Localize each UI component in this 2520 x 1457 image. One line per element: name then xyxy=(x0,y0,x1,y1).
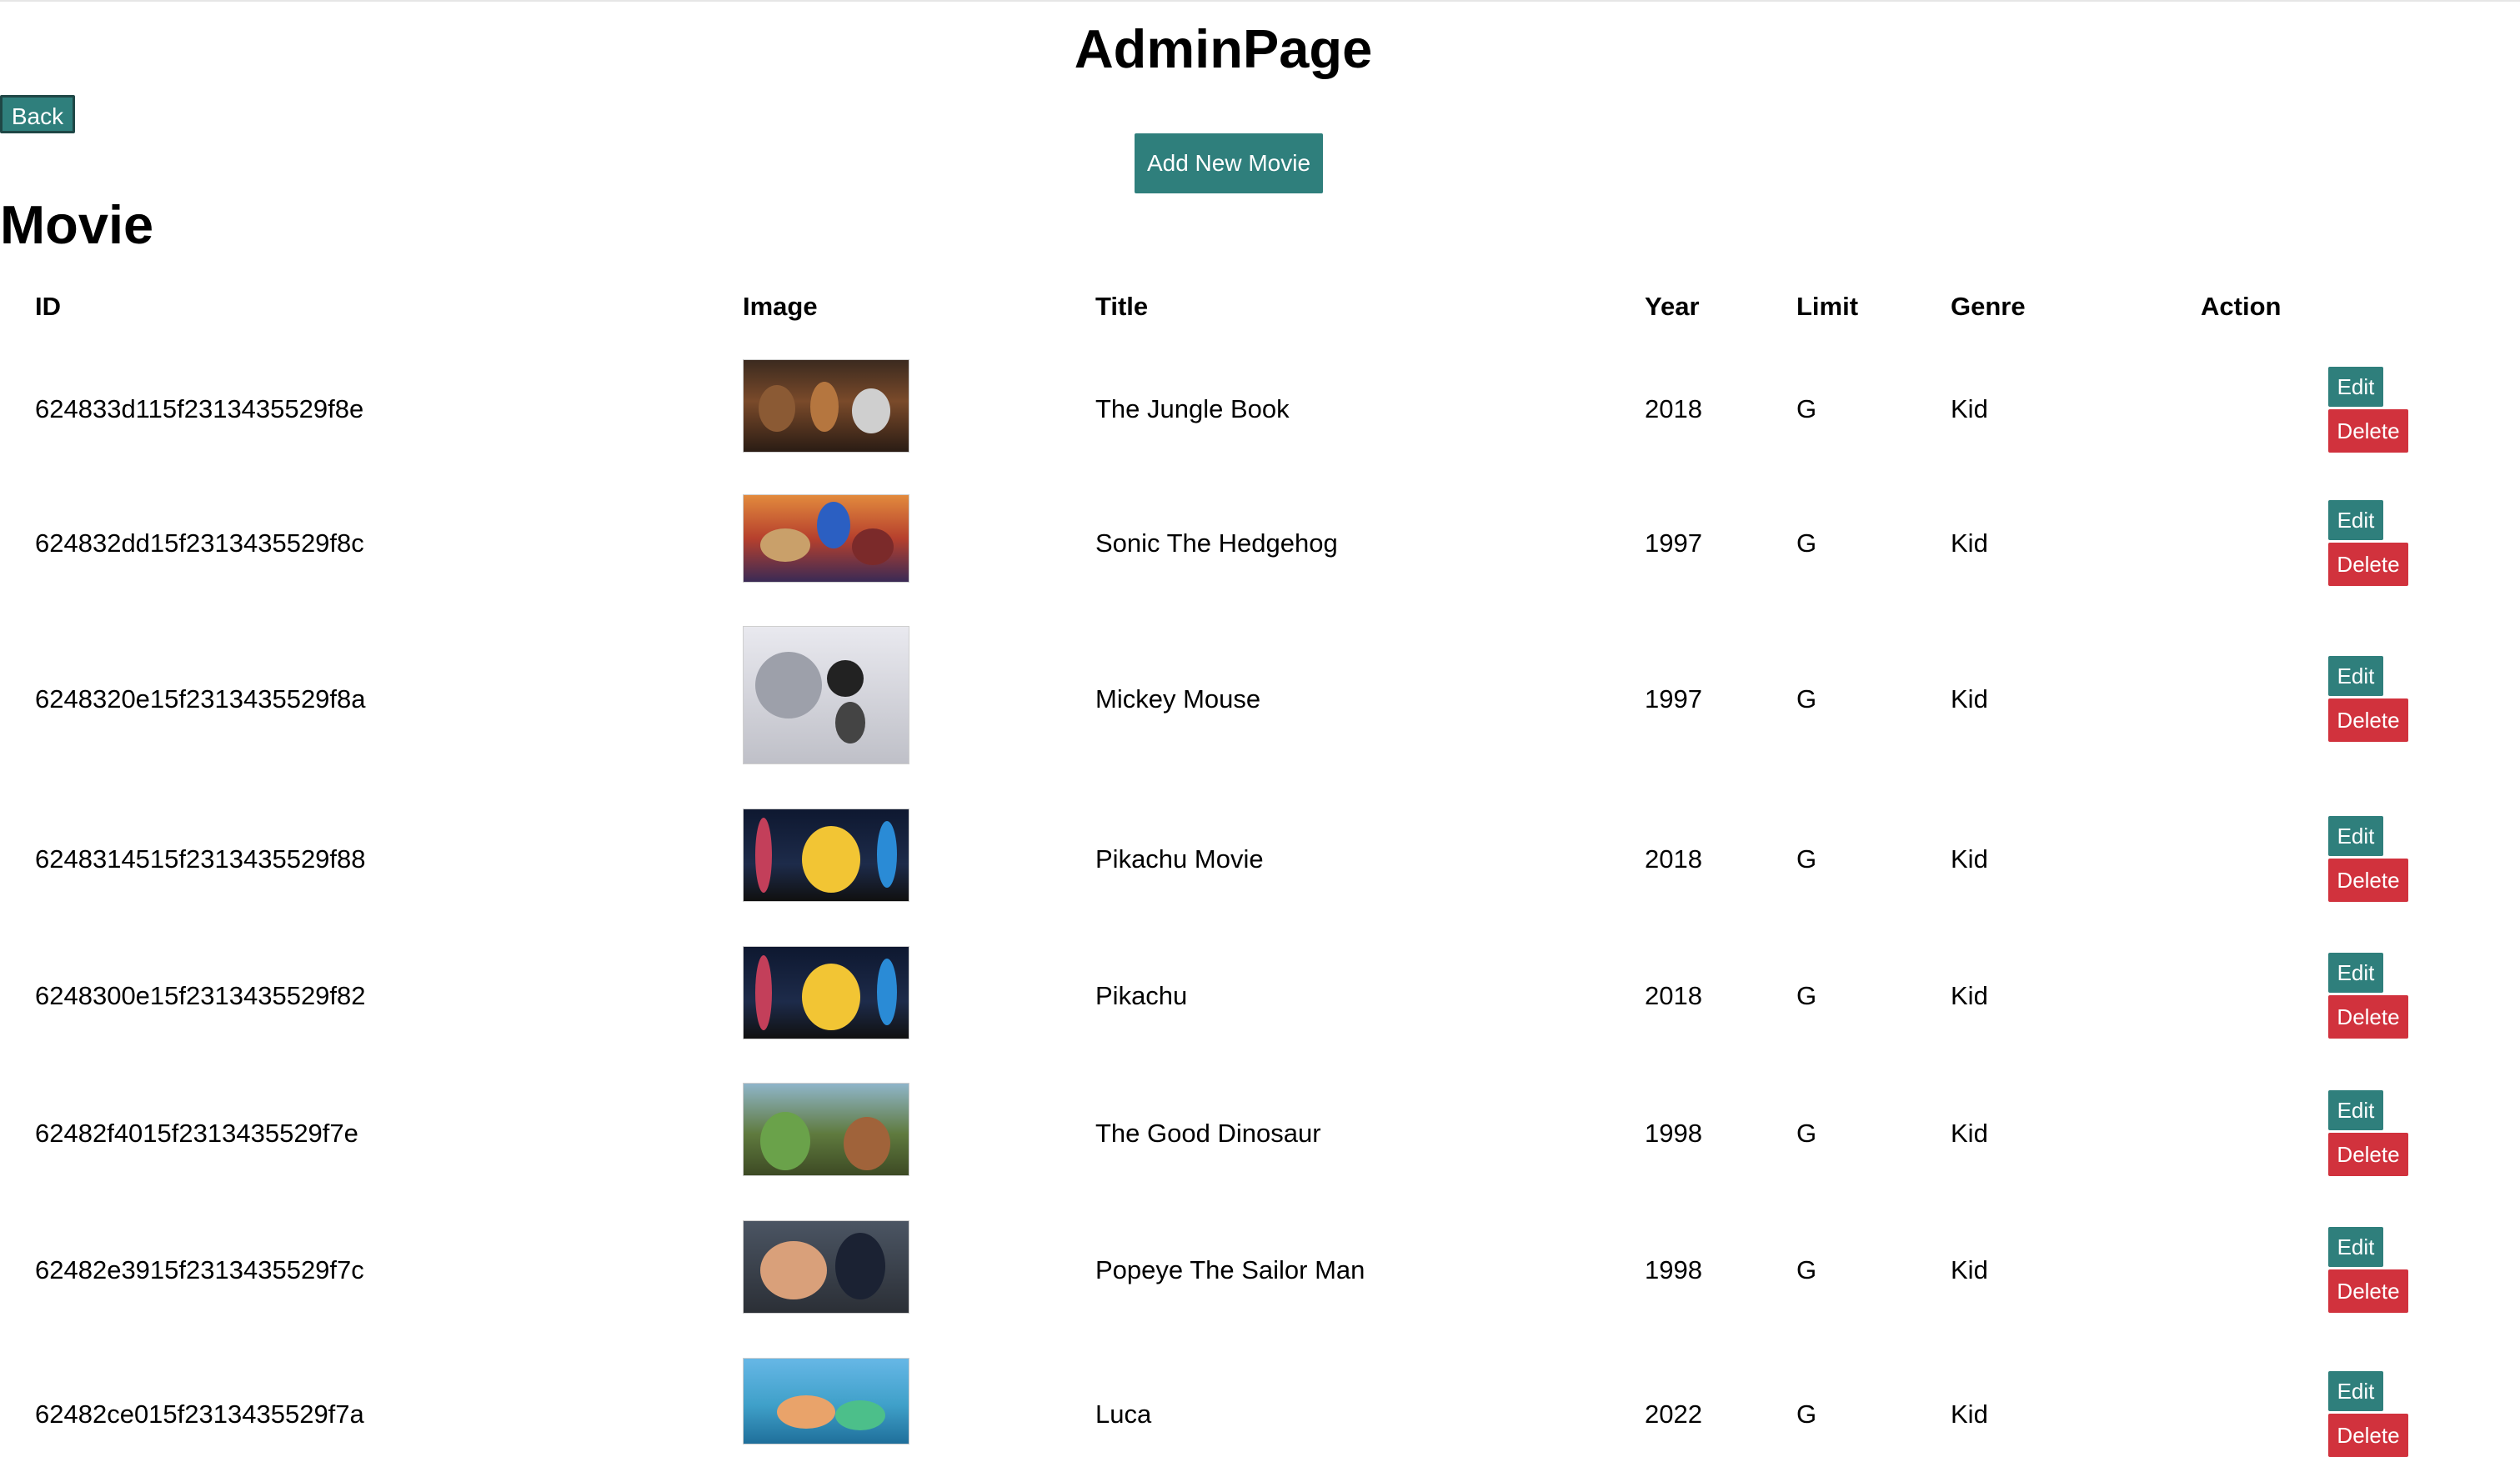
delete-button[interactable]: Delete xyxy=(2328,995,2408,1039)
movie-poster-image xyxy=(743,1083,909,1176)
movie-limit: G xyxy=(1796,394,1817,423)
movie-poster-image xyxy=(743,809,909,902)
edit-button[interactable]: Edit xyxy=(2328,1227,2383,1267)
movie-id: 62482ce015f2313435529f7a xyxy=(35,1399,364,1429)
movie-limit: G xyxy=(1796,1399,1817,1429)
movie-year: 2018 xyxy=(1645,394,1702,423)
delete-button[interactable]: Delete xyxy=(2328,859,2408,902)
movie-poster-image xyxy=(743,626,909,764)
movie-id: 6248320e15f2313435529f8a xyxy=(35,684,366,713)
movie-year: 2018 xyxy=(1645,844,1702,874)
edit-button[interactable]: Edit xyxy=(2328,367,2383,407)
movie-limit: G xyxy=(1796,1119,1817,1148)
movie-year: 2018 xyxy=(1645,981,1702,1010)
movie-title: Popeye The Sailor Man xyxy=(1095,1255,1365,1284)
movie-title: Pikachu xyxy=(1095,981,1188,1010)
movie-genre: Kid xyxy=(1951,1255,1988,1284)
edit-button[interactable]: Edit xyxy=(2328,816,2383,856)
movie-poster-image xyxy=(743,1220,909,1314)
movie-id: 62482f4015f2313435529f7e xyxy=(35,1119,358,1148)
movie-genre: Kid xyxy=(1951,844,1988,874)
column-header-id: ID xyxy=(35,292,61,321)
movie-year: 1997 xyxy=(1645,684,1702,713)
movie-title: The Jungle Book xyxy=(1095,394,1290,423)
delete-button[interactable]: Delete xyxy=(2328,1133,2408,1176)
movie-genre: Kid xyxy=(1951,981,1988,1010)
column-header-limit: Limit xyxy=(1796,292,1859,321)
movie-poster-image xyxy=(743,1358,909,1444)
movie-year: 1998 xyxy=(1645,1119,1702,1148)
movie-title: The Good Dinosaur xyxy=(1095,1119,1321,1148)
movie-limit: G xyxy=(1796,528,1817,558)
add-new-movie-button[interactable]: Add New Movie xyxy=(1135,133,1323,193)
movie-id: 624833d115f2313435529f8e xyxy=(35,394,364,423)
delete-button[interactable]: Delete xyxy=(2328,698,2408,742)
column-header-year: Year xyxy=(1645,292,1700,321)
page-title: AdminPage xyxy=(1074,18,1373,79)
movie-year: 1998 xyxy=(1645,1255,1702,1284)
edit-button[interactable]: Edit xyxy=(2328,953,2383,993)
movie-limit: G xyxy=(1796,981,1817,1010)
movie-limit: G xyxy=(1796,684,1817,713)
delete-button[interactable]: Delete xyxy=(2328,409,2408,453)
delete-button[interactable]: Delete xyxy=(2328,1269,2408,1313)
delete-button[interactable]: Delete xyxy=(2328,1414,2408,1457)
column-header-action: Action xyxy=(2201,292,2282,321)
movie-title: Luca xyxy=(1095,1399,1152,1429)
movie-poster-image xyxy=(743,494,909,583)
movie-limit: G xyxy=(1796,844,1817,874)
movie-genre: Kid xyxy=(1951,684,1988,713)
edit-button[interactable]: Edit xyxy=(2328,500,2383,540)
top-divider xyxy=(0,0,2520,2)
delete-button[interactable]: Delete xyxy=(2328,543,2408,586)
edit-button[interactable]: Edit xyxy=(2328,1371,2383,1411)
section-title: Movie xyxy=(0,194,154,255)
movie-genre: Kid xyxy=(1951,528,1988,558)
movie-title: Sonic The Hedgehog xyxy=(1095,528,1338,558)
movie-genre: Kid xyxy=(1951,1119,1988,1148)
back-button[interactable]: Back xyxy=(0,95,75,133)
edit-button[interactable]: Edit xyxy=(2328,1090,2383,1130)
movie-year: 1997 xyxy=(1645,528,1702,558)
column-header-genre: Genre xyxy=(1951,292,2026,321)
movie-title: Mickey Mouse xyxy=(1095,684,1261,713)
movie-id: 6248300e15f2313435529f82 xyxy=(35,981,366,1010)
movie-poster-image xyxy=(743,359,909,453)
movie-genre: Kid xyxy=(1951,1399,1988,1429)
movie-limit: G xyxy=(1796,1255,1817,1284)
column-header-image: Image xyxy=(743,292,818,321)
movie-poster-image xyxy=(743,946,909,1039)
movie-id: 62482e3915f2313435529f7c xyxy=(35,1255,364,1284)
movie-id: 624832dd15f2313435529f8c xyxy=(35,528,364,558)
movie-title: Pikachu Movie xyxy=(1095,844,1264,874)
movie-genre: Kid xyxy=(1951,394,1988,423)
column-header-title: Title xyxy=(1095,292,1149,321)
edit-button[interactable]: Edit xyxy=(2328,656,2383,696)
movie-id: 6248314515f2313435529f88 xyxy=(35,844,366,874)
movie-year: 2022 xyxy=(1645,1399,1702,1429)
